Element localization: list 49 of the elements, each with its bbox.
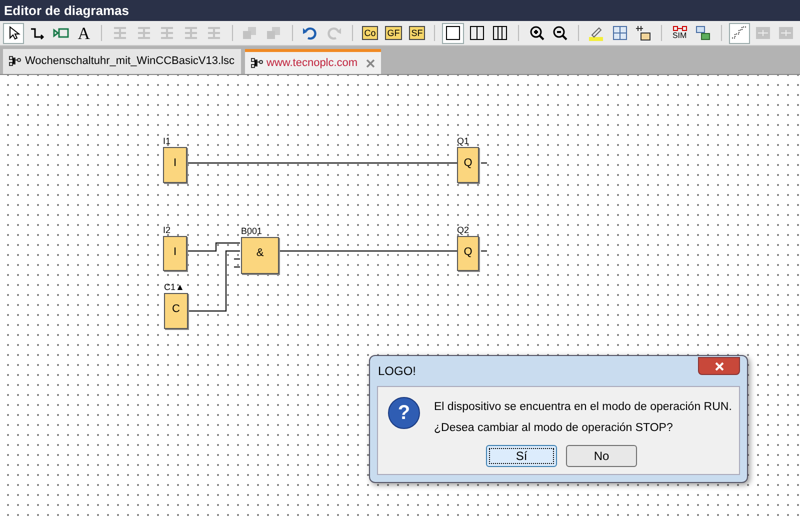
title-bar: Editor de diagramas xyxy=(0,0,800,21)
logic-block[interactable]: C xyxy=(164,293,188,329)
block-label: Q2 xyxy=(457,226,470,235)
simulation-button[interactable]: SIM xyxy=(669,22,690,44)
network-icon xyxy=(694,25,711,41)
table-icon xyxy=(612,25,628,41)
three-pane-icon xyxy=(492,25,508,41)
dialog-message: ¿Desea cambiar al modo de operación STOP? xyxy=(434,421,674,436)
wave-icon xyxy=(731,25,748,41)
document-tab[interactable]: www.tecnoplc.com xyxy=(244,49,381,74)
zoom-out-icon xyxy=(552,25,568,41)
block-label: I2 xyxy=(163,226,171,235)
dialog-button[interactable]: Sí xyxy=(486,445,557,467)
diagram-icon xyxy=(9,56,21,67)
redo-icon xyxy=(326,25,342,41)
block-label: B001 xyxy=(241,227,262,236)
block-label: I1 xyxy=(163,137,171,146)
document-tab[interactable]: Wochenschaltuhr_mit_WinCCBasicV13.lsc xyxy=(3,49,240,74)
wave-button[interactable] xyxy=(728,22,750,44)
logic-block[interactable]: Q xyxy=(457,147,479,183)
diagram-icon xyxy=(250,58,262,68)
logic-block[interactable]: & xyxy=(241,237,279,274)
close-button[interactable] xyxy=(698,357,740,375)
single-pane-button[interactable] xyxy=(442,22,464,44)
dialog-title: LOGO! xyxy=(378,363,416,380)
stack-icon xyxy=(266,25,282,41)
block-label: Q1 xyxy=(457,137,470,146)
dialog-message: El dispositivo se encuentra en el modo de operación RUN. xyxy=(434,400,732,415)
close-icon[interactable] xyxy=(366,58,375,68)
relay-icon xyxy=(672,26,687,32)
zoom-in-icon xyxy=(528,25,545,41)
question-icon: ? xyxy=(388,397,420,429)
tab-label: Wochenschaltuhr_mit_WinCCBasicV13.lsc xyxy=(25,54,234,70)
logic-block[interactable]: I xyxy=(163,236,187,271)
contact-icon xyxy=(635,25,652,41)
undo-icon xyxy=(302,25,318,41)
highlighter-icon xyxy=(588,25,604,41)
text-tool-button[interactable]: A xyxy=(73,22,94,44)
logic-block[interactable]: Q xyxy=(457,236,479,271)
block-label: C1▲ xyxy=(164,283,184,292)
logic-block[interactable]: I xyxy=(163,147,187,183)
single-pane-icon xyxy=(445,25,462,41)
stack-icon xyxy=(242,25,258,41)
two-pane-icon xyxy=(468,25,485,41)
tab-label: www.tecnoplc.com xyxy=(266,56,358,71)
close-icon xyxy=(714,362,724,370)
dialog-button[interactable]: No xyxy=(566,445,637,467)
function-button[interactable]: SF xyxy=(406,22,428,44)
pointer-button[interactable] xyxy=(3,22,24,44)
